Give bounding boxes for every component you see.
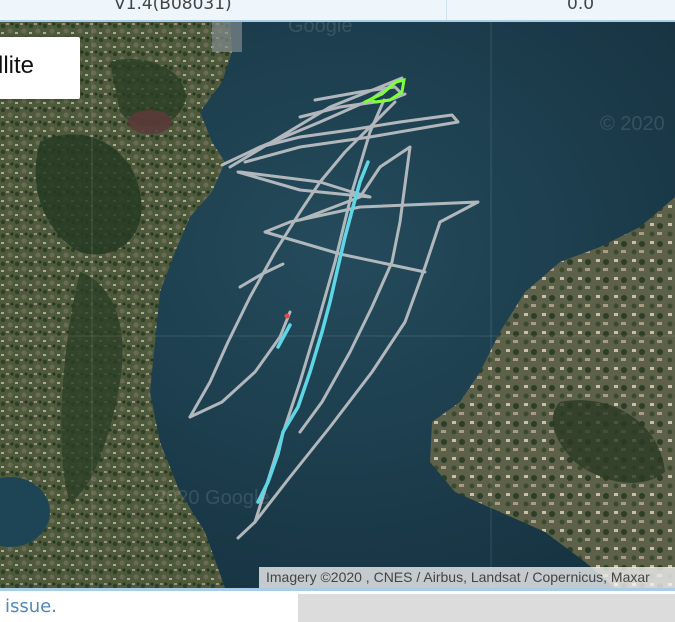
track-marker: [284, 313, 290, 319]
map-type-label: llite: [0, 52, 35, 79]
watermark: © 2020: [600, 113, 665, 135]
stats-table-row: V1.4(B08031) 0.0: [0, 0, 675, 22]
satellite-map[interactable]: Google © 2020 2020 Google llite Imagery …: [0, 22, 675, 588]
pond: [128, 110, 172, 134]
map-attribution: Imagery ©2020 , CNES / Airbus, Landsat /…: [259, 567, 675, 588]
marina: [212, 22, 242, 52]
value-cell: 0.0: [567, 0, 595, 14]
attribution-text: Imagery ©2020 , CNES / Airbus, Landsat /…: [266, 569, 650, 585]
footer-gray-panel: [298, 594, 675, 622]
cell-divider: [446, 0, 447, 20]
version-cell: V1.4(B08031): [114, 0, 232, 14]
watermark: 2020 Google: [155, 487, 270, 509]
footer-row: issue.: [0, 588, 675, 622]
issue-link[interactable]: issue.: [5, 596, 57, 617]
watermark: Google: [288, 22, 353, 37]
map-canvas: Google © 2020 2020 Google: [0, 22, 675, 588]
map-report-view: V1.4(B08031) 0.0 Google © 2020 2020 Goog…: [0, 0, 675, 622]
map-type-satellite-button[interactable]: llite: [0, 37, 80, 99]
